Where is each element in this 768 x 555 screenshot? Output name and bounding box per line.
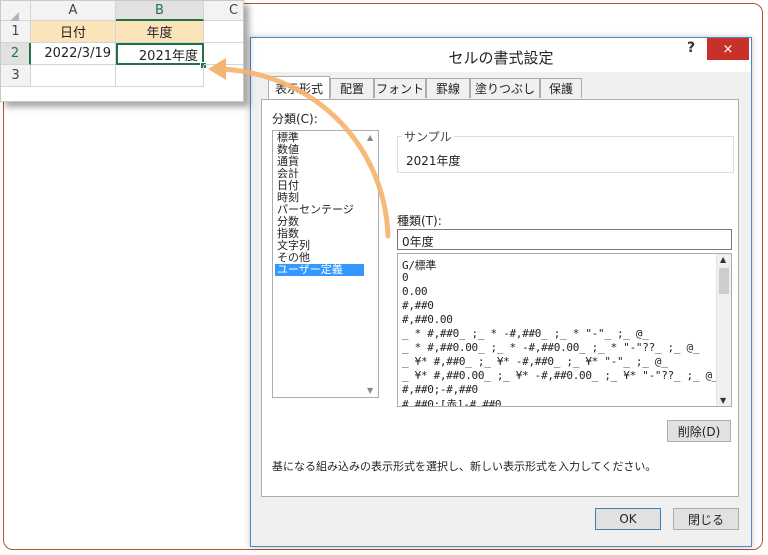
annotation-arrow: [208, 58, 391, 239]
